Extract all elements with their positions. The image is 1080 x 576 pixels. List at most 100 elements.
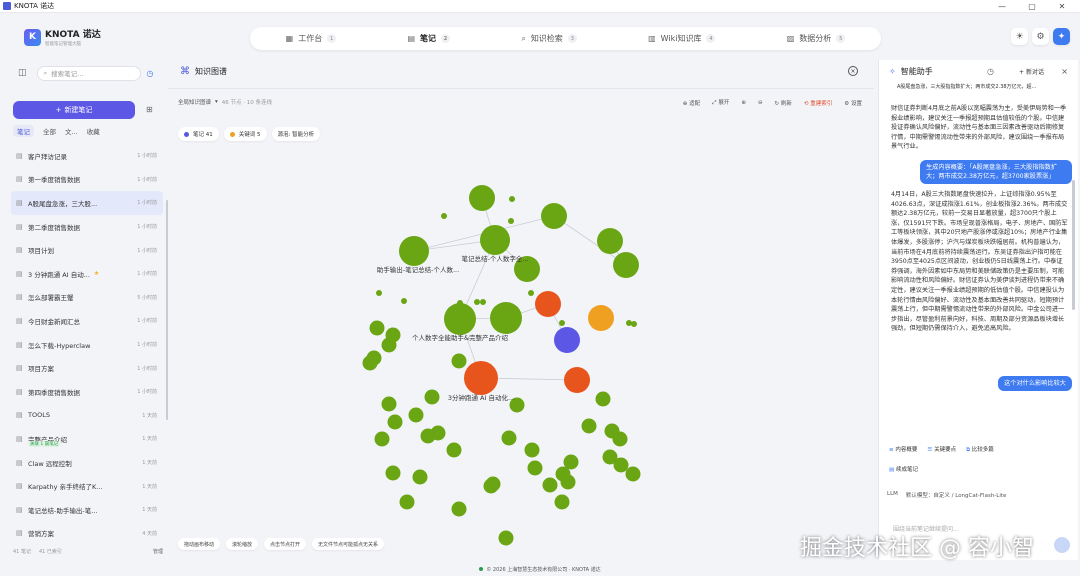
graph-node[interactable]: [509, 196, 515, 202]
graph-node[interactable]: [408, 407, 424, 423]
new-note-button[interactable]: + 新建笔记: [13, 101, 135, 119]
graph-node[interactable]: [420, 428, 436, 444]
graph-node[interactable]: [528, 290, 534, 296]
note-list-item[interactable]: ▤ 第一季度销售数据 1 小时前: [11, 168, 163, 192]
note-list-item[interactable]: ▤ 项目方案 1 小时前: [11, 356, 163, 380]
settings-button[interactable]: ⚙ 设置: [844, 99, 862, 107]
new-chat-button[interactable]: + 新对话: [1019, 67, 1044, 76]
graph-node[interactable]: [563, 454, 579, 470]
manage-link[interactable]: 管理: [153, 548, 163, 555]
graph-node[interactable]: [424, 389, 440, 405]
zoom-in-icon[interactable]: ⊕: [741, 100, 746, 106]
zoom-out-icon[interactable]: ⊖: [758, 100, 763, 106]
graph-node[interactable]: [441, 213, 447, 219]
graph-node[interactable]: [399, 236, 429, 266]
theme-toggle-icon[interactable]: ☀: [1011, 28, 1028, 45]
minimize-button[interactable]: —: [990, 0, 1014, 13]
settings-gear-icon[interactable]: ⚙: [1032, 28, 1049, 45]
summary-chip[interactable]: ≡ 内容概要: [889, 445, 917, 454]
nav-wiki[interactable]: ▥ Wiki知识库 4: [648, 33, 716, 44]
close-graph-button[interactable]: ×: [848, 66, 858, 76]
graph-node[interactable]: [498, 530, 514, 546]
graph-node[interactable]: [480, 299, 486, 305]
note-list-item[interactable]: ▤ 第四季度销售数据 1 小时前: [11, 380, 163, 404]
filter-icon[interactable]: ◷: [147, 69, 154, 78]
note-list-item[interactable]: ▤ TOOLS 1 天前: [11, 404, 163, 428]
note-list-item[interactable]: ▤ A股尾盘急涨，三大股... 1 小时前: [11, 191, 163, 215]
graph-node[interactable]: [559, 320, 565, 326]
graph-node[interactable]: [581, 418, 597, 434]
note-list-item[interactable]: ▤ 3 分钟跑通 AI 自动... ★ 1 小时前: [11, 262, 163, 286]
graph-node[interactable]: [480, 225, 510, 255]
graph-node[interactable]: [588, 305, 614, 331]
note-list-item[interactable]: ▤ 怎么下载-Hyperclaw 1 小时前: [11, 333, 163, 357]
graph-mode-select[interactable]: 全局知识图谱: [178, 98, 211, 106]
notes-search-input[interactable]: ⌕ 搜索笔记...: [36, 65, 141, 81]
tab-favorites[interactable]: 收藏: [87, 126, 100, 136]
note-list-item[interactable]: ▤ 笔记总结-助手输出-笔... 1 天前: [11, 498, 163, 522]
refresh-button[interactable]: ↻ 刷新: [775, 99, 792, 107]
note-list-item[interactable]: ▤ 第二季度销售数据 1 小时前: [11, 215, 163, 239]
send-button[interactable]: [1054, 537, 1070, 553]
note-list-item[interactable]: ▤ Karpathy 亲手终结了K... 1 天前: [11, 474, 163, 498]
graph-node[interactable]: [374, 431, 390, 447]
graph-node[interactable]: [524, 442, 540, 458]
graph-node[interactable]: [485, 476, 501, 492]
graph-node[interactable]: [464, 361, 498, 395]
expand-button[interactable]: ⤢ 展开: [712, 98, 729, 107]
chat-scrollbar[interactable]: [1072, 180, 1075, 310]
graph-node[interactable]: [451, 353, 467, 369]
nav-workbench[interactable]: ▦ 工作台 1: [286, 33, 337, 44]
graph-node[interactable]: [560, 474, 576, 490]
history-icon[interactable]: ◷: [987, 67, 994, 76]
graph-node[interactable]: [444, 303, 476, 335]
graph-node[interactable]: [412, 469, 428, 485]
graph-node[interactable]: [381, 337, 397, 353]
graph-node[interactable]: [541, 203, 567, 229]
graph-node[interactable]: [508, 218, 514, 224]
graph-node[interactable]: [385, 465, 401, 481]
note-list-item[interactable]: ▤ 怎么部署霸王蟹 5 小时前: [11, 286, 163, 310]
note-list-item[interactable]: ▤ 今日财金新闻汇总 1 小时前: [11, 309, 163, 333]
graph-node[interactable]: [401, 298, 407, 304]
graph-node[interactable]: [535, 291, 561, 317]
model-selector[interactable]: LLM 默认模型：自定义 / LongCat-Flash-Lite: [887, 491, 1006, 499]
note-list-item[interactable]: ▤ 营销方案 4 天前: [11, 522, 163, 546]
sidebar-toggle-icon[interactable]: ◫: [18, 68, 27, 78]
close-icon[interactable]: ×: [1061, 67, 1068, 76]
tab-folders[interactable]: 文...: [65, 126, 78, 136]
graph-node[interactable]: [625, 466, 641, 482]
key-points-chip[interactable]: ☰ 关键要点: [927, 445, 956, 454]
tab-notes[interactable]: 笔记: [13, 125, 34, 137]
graph-node[interactable]: [369, 320, 385, 336]
tab-all[interactable]: 全部: [43, 126, 56, 136]
graph-node[interactable]: [490, 302, 522, 334]
note-list-item[interactable]: ▤ Claw 远程控制 1 天前: [11, 451, 163, 475]
import-icon[interactable]: ⊞: [146, 105, 153, 114]
graph-node[interactable]: [446, 442, 462, 458]
graph-node[interactable]: [399, 494, 415, 510]
graph-node[interactable]: [595, 391, 611, 407]
graph-node[interactable]: [631, 321, 637, 327]
graph-node[interactable]: [597, 228, 623, 254]
graph-node[interactable]: [564, 367, 590, 393]
graph-node[interactable]: [501, 430, 517, 446]
compare-chip[interactable]: ⧉ 比较多篇: [966, 445, 994, 454]
graph-node[interactable]: [381, 396, 397, 412]
nav-analytics[interactable]: ▨ 数据分析 5: [787, 33, 846, 44]
nav-search[interactable]: ⌕ 知识检索 3: [521, 33, 577, 44]
note-list-item[interactable]: ▤ 客户拜访记录 1 小时前: [11, 144, 163, 168]
save-as-note-chip[interactable]: ▤ 续成笔记: [889, 465, 918, 473]
graph-node[interactable]: [451, 501, 467, 517]
filter-keywords[interactable]: 关键词 5: [223, 127, 267, 141]
graph-node[interactable]: [469, 185, 495, 211]
graph-node[interactable]: [554, 327, 580, 353]
note-list-item[interactable]: ▤ 项目计划 1 小时前: [11, 238, 163, 262]
ai-sparkle-icon[interactable]: ✦: [1053, 28, 1070, 45]
note-list-item[interactable]: ▤ 完整产品介绍 关联 1 篇笔记 1 天前: [11, 427, 163, 451]
filter-notes[interactable]: 笔记 41: [178, 127, 219, 141]
close-window-button[interactable]: ✕: [1050, 0, 1074, 13]
graph-node[interactable]: [362, 355, 378, 371]
graph-node[interactable]: [554, 494, 570, 510]
graph-node[interactable]: [612, 431, 628, 447]
